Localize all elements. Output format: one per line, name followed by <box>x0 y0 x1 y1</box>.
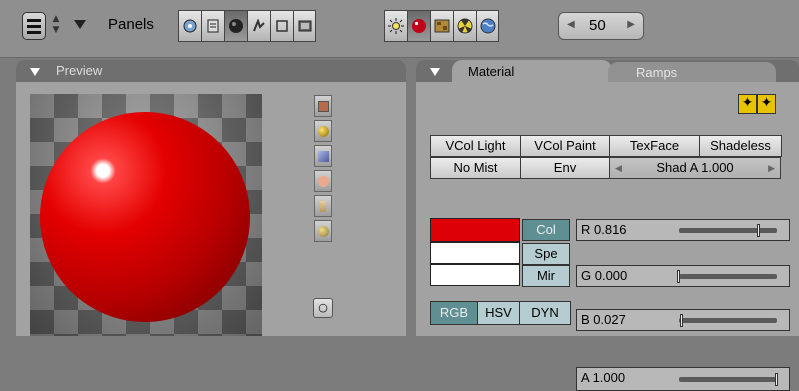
slider-green-knob[interactable] <box>677 270 680 283</box>
channel-col-button[interactable]: Col <box>522 219 570 241</box>
decrement-arrow-icon[interactable]: ◀ <box>567 19 575 30</box>
increment-arrow-icon[interactable]: ▶ <box>627 19 635 30</box>
slider-blue-label: B 0.027 <box>581 312 626 327</box>
color-mode-buttons: RGB HSV DYN <box>430 301 571 325</box>
hair-icon[interactable] <box>314 195 332 217</box>
color-swatch-col[interactable] <box>430 218 520 242</box>
preview-title: Preview <box>56 63 103 78</box>
slider-track <box>679 377 777 382</box>
sphere-icon[interactable] <box>314 120 332 142</box>
cube-icon[interactable] <box>314 145 332 167</box>
window-type-stepper-icon[interactable]: ▲ ▼ <box>50 14 62 38</box>
menu-lines-icon <box>27 19 41 22</box>
toggle-row-1: VCol Light VCol Paint TexFace Shadeless <box>430 135 782 157</box>
no-mist-button[interactable]: No Mist <box>430 157 521 179</box>
logic-icon[interactable] <box>178 10 201 42</box>
frame-number-field[interactable]: ◀ 50 ▶ <box>558 12 644 40</box>
shading-context-buttons <box>384 10 499 42</box>
shad-alpha-field[interactable]: ◀ Shad A 1.000 ▶ <box>609 157 781 179</box>
slider-alpha-label: A 1.000 <box>581 370 626 385</box>
collapse-triangle-icon[interactable] <box>430 68 440 76</box>
channel-mir-button[interactable]: Mir <box>522 265 570 287</box>
sky-icon[interactable] <box>314 220 332 242</box>
decrement-arrow-icon[interactable]: ◀ <box>615 158 622 178</box>
script-icon[interactable] <box>201 10 224 42</box>
object-icon[interactable] <box>247 10 270 42</box>
env-button[interactable]: Env <box>520 157 610 179</box>
dyn-mode-button[interactable]: DYN <box>519 301 571 325</box>
slider-track <box>679 274 777 279</box>
toggle-row-2: No Mist Env ◀ Shad A 1.000 ▶ <box>430 157 781 179</box>
rgb-mode-button[interactable]: RGB <box>430 301 478 325</box>
panels-collapse-icon[interactable] <box>74 20 86 29</box>
slider-track <box>679 318 777 323</box>
texture-icon[interactable] <box>430 10 453 42</box>
shading-icon[interactable] <box>224 10 247 42</box>
context-buttons <box>178 10 316 42</box>
color-swatch-spe[interactable] <box>430 242 520 264</box>
material-preview-sphere <box>40 112 250 322</box>
slider-track <box>679 228 777 233</box>
slider-green[interactable]: G 0.000 <box>576 265 790 287</box>
panels-label: Panels <box>108 16 154 33</box>
hsv-mode-button[interactable]: HSV <box>477 301 520 325</box>
world-icon[interactable] <box>476 10 499 42</box>
slider-alpha[interactable]: A 1.000 <box>576 367 790 391</box>
preview-render-button[interactable]: ○ <box>313 298 333 318</box>
slider-blue[interactable]: B 0.027 <box>576 309 790 331</box>
frame-value: 50 <box>589 17 606 34</box>
move-up-icon[interactable]: ✦ <box>738 94 757 114</box>
vcol-paint-button[interactable]: VCol Paint <box>520 135 610 157</box>
channel-spe-button[interactable]: Spe <box>522 243 570 265</box>
monkey-icon[interactable] <box>314 170 332 192</box>
texface-button[interactable]: TexFace <box>609 135 700 157</box>
tab-ramps[interactable]: Ramps <box>608 62 776 82</box>
menu-line <box>27 25 41 28</box>
tab-material[interactable]: Material <box>452 60 612 86</box>
slider-red[interactable]: R 0.816 <box>576 219 790 241</box>
window-type-menu-button[interactable] <box>22 12 46 40</box>
slider-red-label: R 0.816 <box>581 222 627 237</box>
lamp-icon[interactable] <box>384 10 407 42</box>
vcol-light-button[interactable]: VCol Light <box>430 135 521 157</box>
shadeless-button[interactable]: Shadeless <box>699 135 782 157</box>
radiosity-icon[interactable] <box>453 10 476 42</box>
slider-alpha-knob[interactable] <box>775 373 778 386</box>
preview-shape-buttons <box>314 95 332 242</box>
menu-line <box>27 31 41 34</box>
panel-order-buttons: ✦ ✦ <box>738 94 776 114</box>
slider-red-knob[interactable] <box>756 224 760 237</box>
increment-arrow-icon[interactable]: ▶ <box>768 158 775 178</box>
plane-icon[interactable] <box>314 95 332 117</box>
shad-alpha-value: Shad A 1.000 <box>656 160 734 175</box>
color-swatch-mir[interactable] <box>430 264 520 286</box>
material-icon[interactable] <box>407 10 430 42</box>
scene-icon[interactable] <box>293 10 316 42</box>
slider-blue-knob[interactable] <box>679 314 683 327</box>
collapse-triangle-icon[interactable] <box>30 68 40 76</box>
slider-green-label: G 0.000 <box>581 268 628 283</box>
move-down-icon[interactable]: ✦ <box>757 94 776 114</box>
editing-icon[interactable] <box>270 10 293 42</box>
